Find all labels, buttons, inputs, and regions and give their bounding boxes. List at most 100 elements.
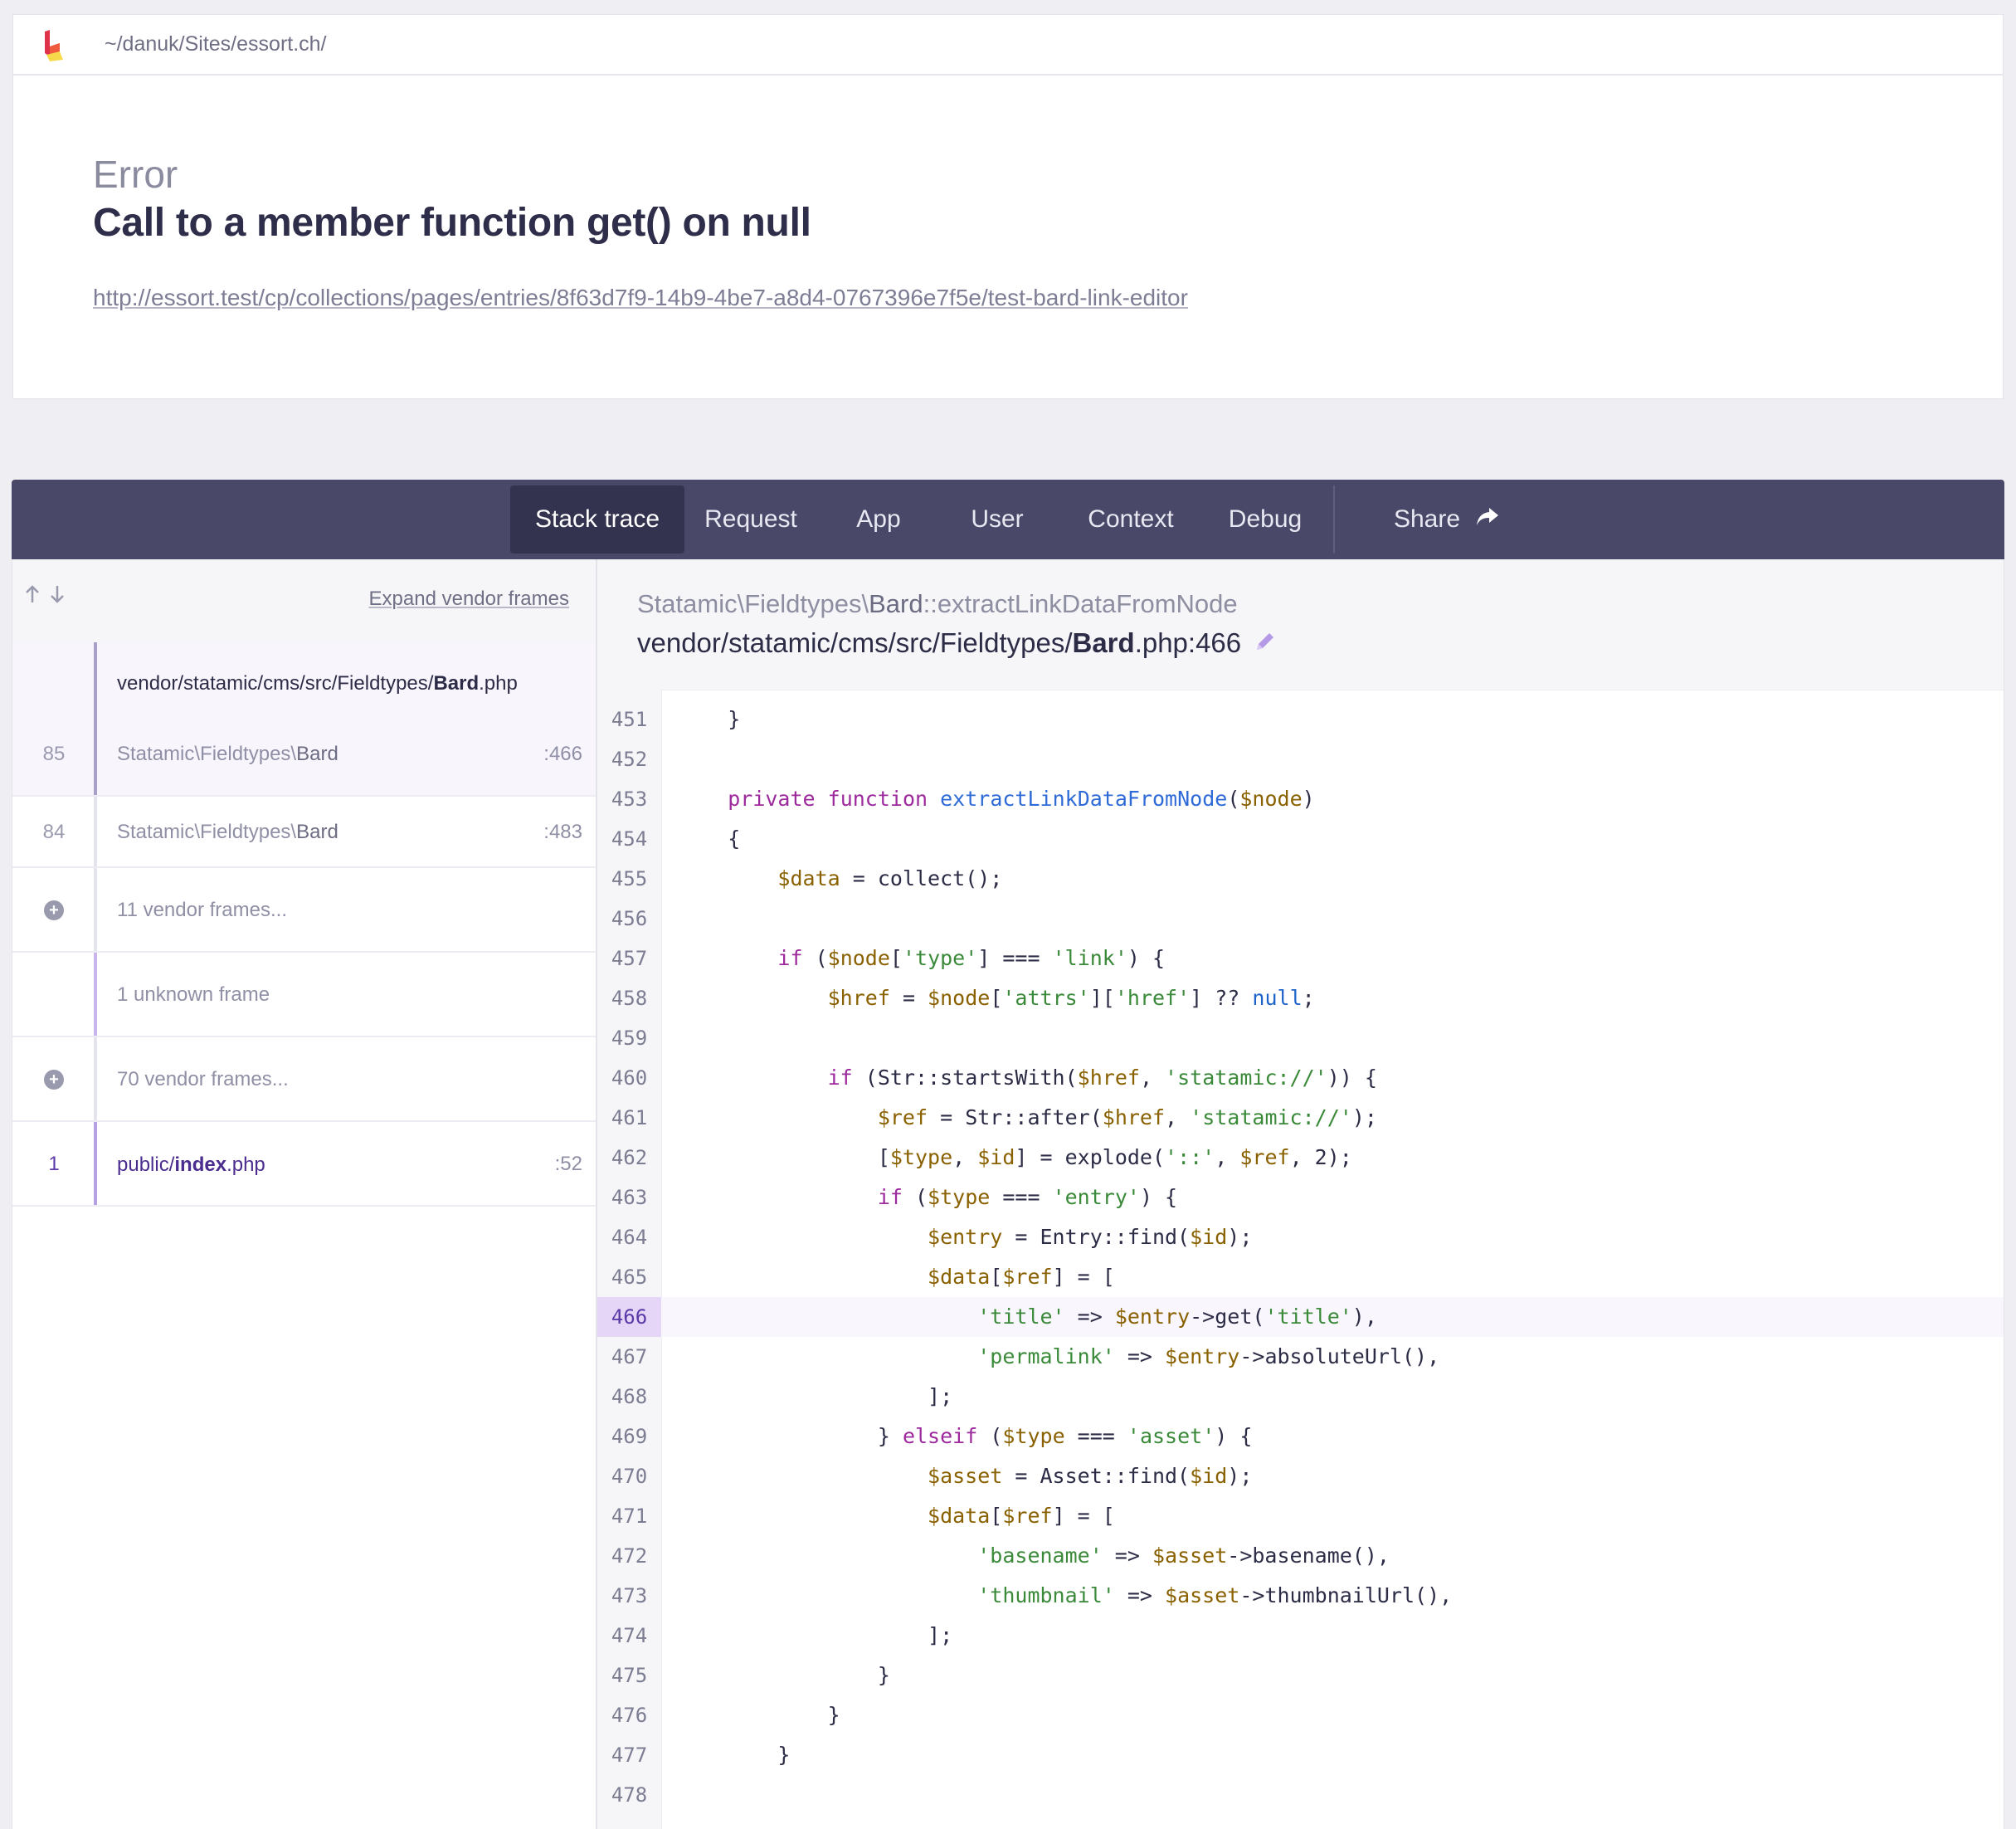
frame-number: 1 bbox=[48, 1153, 60, 1175]
frame-file-path: vendor/statamic/cms/src/Fieldtypes/Bard.… bbox=[117, 672, 518, 695]
stack-frame[interactable]: 84 Statamic\Fieldtypes\Bard :483 bbox=[12, 797, 596, 868]
code-viewer: } private function extractLinkDataFromNo… bbox=[661, 690, 2004, 1829]
frame-line: :466 bbox=[543, 743, 582, 765]
code-line: 'thumbnail' => $asset->thumbnailUrl(), bbox=[977, 1583, 1453, 1607]
code-line: ]; bbox=[678, 1384, 953, 1408]
frame-number: 85 bbox=[42, 743, 66, 765]
share-label: Share bbox=[1393, 505, 1461, 533]
code-line: $href = $node['attrs']['href'] ?? null; bbox=[827, 986, 1315, 1010]
code-header: Statamic\Fieldtypes\Bard::extractLinkDat… bbox=[597, 559, 2004, 690]
frame-class: Statamic\Fieldtypes\Bard bbox=[117, 743, 338, 765]
code-line: } bbox=[678, 1743, 791, 1767]
tab-request[interactable]: Request bbox=[697, 485, 805, 554]
tab-divider bbox=[1333, 485, 1335, 554]
code-line: $data[$ref] = [ bbox=[928, 1504, 1115, 1528]
code-line: if (Str::startsWith($href, 'statamic://'… bbox=[827, 1066, 1377, 1090]
expand-vendor-frames-link[interactable]: Expand vendor frames bbox=[369, 588, 569, 611]
tab-stack-trace[interactable]: Stack trace bbox=[510, 485, 684, 554]
frame-number: 84 bbox=[42, 821, 66, 843]
sidebar-header: Expand vendor frames bbox=[12, 559, 596, 643]
line-number: 461 bbox=[611, 1106, 648, 1129]
share-icon bbox=[1475, 486, 1500, 554]
code-line: } bbox=[678, 1703, 840, 1727]
line-number: 475 bbox=[611, 1664, 648, 1687]
error-header: Error Call to a member function get() on… bbox=[12, 74, 2004, 399]
code-line: ]; bbox=[678, 1623, 953, 1647]
frame-line: :483 bbox=[543, 821, 582, 843]
line-number: 470 bbox=[611, 1465, 648, 1488]
edit-pencil-icon[interactable] bbox=[1253, 629, 1278, 661]
line-number: 456 bbox=[611, 907, 648, 930]
arrow-up-down-icon bbox=[26, 585, 64, 603]
frame-file-path: public/index.php bbox=[117, 1153, 265, 1176]
line-number: 477 bbox=[611, 1744, 648, 1767]
line-number: 464 bbox=[611, 1226, 648, 1249]
frame-line: :52 bbox=[554, 1153, 582, 1175]
line-number-gutter: 451 452 453 454 455 456 457 458 459 460 461 462 463 4… bbox=[597, 690, 662, 1829]
unknown-frame[interactable]: 1 unknown frame bbox=[12, 953, 596, 1037]
line-number: 463 bbox=[611, 1186, 648, 1209]
line-number: 462 bbox=[611, 1146, 648, 1169]
tab-context[interactable]: Context bbox=[1077, 485, 1185, 554]
main-panel: Expand vendor frames vendor/statamic/cms… bbox=[12, 559, 2004, 1829]
project-path: ~/danuk/Sites/essort.ch/ bbox=[105, 32, 327, 56]
code-line: $entry = Entry::find($id); bbox=[928, 1225, 1253, 1249]
line-number: 458 bbox=[611, 987, 648, 1010]
stack-frame[interactable]: vendor/statamic/cms/src/Fieldtypes/Bard.… bbox=[12, 642, 596, 797]
line-number: 451 bbox=[611, 708, 648, 731]
unknown-frame-label: 1 unknown frame bbox=[117, 983, 270, 1006]
tab-app[interactable]: App bbox=[845, 485, 912, 554]
line-number: 478 bbox=[611, 1783, 648, 1807]
tab-user[interactable]: User bbox=[964, 485, 1030, 554]
stack-frames-sidebar: Expand vendor frames vendor/statamic/cms… bbox=[12, 559, 597, 1829]
code-line: [$type, $id] = explode('::', $ref, 2); bbox=[678, 1145, 1352, 1169]
stack-frame[interactable]: 1 public/index.php :52 bbox=[12, 1122, 596, 1207]
tab-share[interactable]: Share bbox=[1372, 485, 1522, 554]
code-line: if ($node['type'] === 'link') { bbox=[777, 946, 1166, 970]
line-number: 459 bbox=[611, 1027, 648, 1050]
line-number: 468 bbox=[611, 1385, 648, 1408]
line-number: 452 bbox=[611, 748, 648, 771]
expand-plus-icon: + bbox=[44, 900, 64, 920]
code-line: } bbox=[678, 1663, 890, 1687]
code-line: $data = collect(); bbox=[777, 866, 1003, 890]
line-number: 472 bbox=[611, 1544, 648, 1568]
line-number: 466 bbox=[597, 1297, 661, 1337]
code-line: if ($type === 'entry') { bbox=[877, 1185, 1178, 1209]
line-number: 465 bbox=[611, 1266, 648, 1289]
frame-class: Statamic\Fieldtypes\Bard bbox=[117, 821, 338, 843]
frame-method: Statamic\Fieldtypes\Bard::extractLinkDat… bbox=[637, 589, 1238, 618]
line-number: 474 bbox=[611, 1624, 648, 1647]
vendor-frames-group[interactable]: + 70 vendor frames... bbox=[12, 1037, 596, 1122]
line-number: 460 bbox=[611, 1066, 648, 1090]
vendor-frames-group[interactable]: + 11 vendor frames... bbox=[12, 868, 596, 953]
frame-nav-arrows[interactable] bbox=[24, 584, 67, 610]
tab-bar: Stack trace Request App User Context Deb… bbox=[12, 480, 2004, 559]
line-number: 469 bbox=[611, 1425, 648, 1448]
vendor-frames-label: 70 vendor frames... bbox=[117, 1068, 289, 1090]
top-bar: ~/danuk/Sites/essort.ch/ bbox=[12, 14, 2004, 74]
frame-file: vendor/statamic/cms/src/Fieldtypes/Bard.… bbox=[637, 627, 1278, 661]
code-line: 'permalink' => $entry->absoluteUrl(), bbox=[977, 1344, 1440, 1368]
code-line: } elseif ($type === 'asset') { bbox=[678, 1424, 1253, 1448]
code-line: } bbox=[678, 707, 741, 731]
expand-plus-icon: + bbox=[44, 1070, 64, 1090]
tab-debug[interactable]: Debug bbox=[1220, 485, 1311, 554]
line-number: 454 bbox=[611, 827, 648, 851]
code-line: 'title' => $entry->get('title'), bbox=[661, 1297, 2004, 1337]
line-number: 471 bbox=[611, 1505, 648, 1528]
line-number: 467 bbox=[611, 1345, 648, 1368]
line-number: 453 bbox=[611, 788, 648, 811]
line-number: 457 bbox=[611, 947, 648, 970]
line-number: 476 bbox=[611, 1704, 648, 1727]
code-line: 'basename' => $asset->basename(), bbox=[977, 1544, 1390, 1568]
request-url-link[interactable]: http://essort.test/cp/collections/pages/… bbox=[93, 285, 1188, 311]
ignition-logo-icon bbox=[38, 28, 71, 61]
line-number: 473 bbox=[611, 1584, 648, 1607]
code-line: $asset = Asset::find($id); bbox=[928, 1464, 1253, 1488]
code-line: { bbox=[678, 827, 741, 851]
code-line: $ref = Str::after($href, 'statamic://'); bbox=[877, 1105, 1377, 1129]
